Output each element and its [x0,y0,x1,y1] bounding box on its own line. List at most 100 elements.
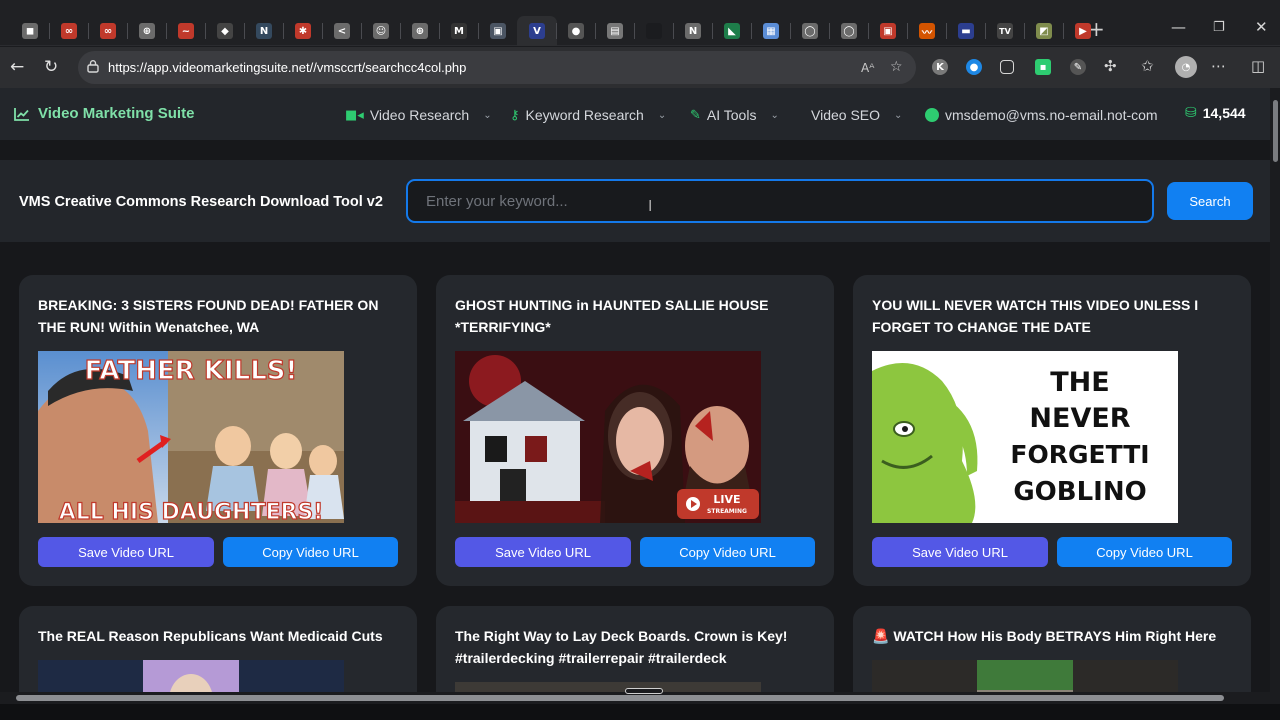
tab-separator [88,23,89,39]
nav-video-seo[interactable]: Video SEO ⌄ [811,107,902,123]
video-card: BREAKING: 3 SISTERS FOUND DEAD! FATHER O… [19,275,417,586]
save-video-url-button[interactable]: Save Video URL [872,537,1048,567]
video-thumbnail[interactable] [38,660,344,692]
sidebar-toggle-icon[interactable]: ◫ [1251,57,1265,75]
vertical-scrollbar[interactable] [1270,88,1280,720]
browser-tab[interactable]: ◣ [716,16,748,46]
globe-icon: ⊕ [139,23,155,39]
keyword-input[interactable] [406,179,1154,223]
copy-video-url-button[interactable]: Copy Video URL [223,537,398,567]
resize-grip[interactable] [625,688,663,694]
maximize-button[interactable]: ❐ [1213,20,1225,35]
video-thumbnail[interactable] [872,660,1178,692]
browser-tab[interactable]: TV [989,16,1021,46]
browser-tab[interactable]: ✱ [287,16,319,46]
thumbnail-line: THE [1050,367,1109,398]
nav-ai-tools[interactable]: ✎ AI Tools ⌄ [690,107,779,123]
site-info-icon[interactable] [86,59,100,73]
horizontal-scrollbar-thumb[interactable] [16,695,1224,701]
browser-tab[interactable]: ▣ [872,16,904,46]
vertical-scrollbar-thumb[interactable] [1273,100,1278,162]
browser-tab[interactable]: ☺ [365,16,397,46]
user-account-menu[interactable]: vmsdemo@vms.no-email.not-com [925,107,1158,123]
browser-tab[interactable]: N [248,16,280,46]
vms-tab-icon: V [529,23,545,39]
video-thumbnail[interactable] [455,682,761,692]
browser-tab[interactable]: ◩ [1028,16,1060,46]
thumbnail-image [872,660,1178,692]
favorites-icon[interactable]: ✩ [1141,57,1154,75]
browser-tab[interactable]: ∞ [53,16,85,46]
copy-video-url-button[interactable]: Copy Video URL [1057,537,1232,567]
video-thumbnail[interactable]: FATHER KILLS! ALL HIS DAUGHTERS! [38,351,344,523]
video-title: GHOST HUNTING in HAUNTED SALLIE HOUSE *T… [455,297,769,335]
extension-pen-icon[interactable]: ✎ [1070,59,1086,75]
credits-badge[interactable]: ⛁ 14,544 [1185,105,1246,121]
tab-separator [478,23,479,39]
extension-k-icon[interactable]: K [932,59,948,75]
browser-tab[interactable]: ▦ [755,16,787,46]
extension-green-icon[interactable]: ▪ [1035,59,1051,75]
video-thumbnail[interactable]: THE NEVER FORGETTI GOBLINO [872,351,1178,523]
browser-tab[interactable]: ◯ [794,16,826,46]
browser-tab[interactable]: M [443,16,475,46]
thumbnail-image [455,682,761,692]
close-window-button[interactable]: ✕ [1255,18,1268,36]
browser-tab[interactable]: ~ [170,16,202,46]
copy-video-url-button[interactable]: Copy Video URL [640,537,815,567]
browser-tab[interactable]: 〰 [911,16,943,46]
nav-keyword-research[interactable]: ⚷ Keyword Research ⌄ [510,107,666,123]
profile-avatar[interactable]: ◔ [1175,56,1197,78]
extension-robot-icon[interactable] [1000,60,1014,74]
main-content: VMS Creative Commons Research Download T… [0,140,1270,692]
browser-tab[interactable]: ▤ [599,16,631,46]
video-thumbnail[interactable]: LIVE STREAMING [455,351,761,523]
browser-tab[interactable]: ▶ [1067,16,1099,46]
extensions-puzzle-icon[interactable]: ✣ [1104,57,1117,75]
read-aloud-icon[interactable]: Aᴬ [861,61,874,75]
tab-separator [400,23,401,39]
tab-icon-12: M [451,23,467,39]
browser-tab[interactable]: V [517,16,557,46]
address-bar[interactable]: https://app.videomarketingsuite.net//vms… [78,51,916,84]
live-badge-sub: STREAMING [707,508,747,515]
url-text[interactable]: https://app.videomarketingsuite.net//vms… [108,60,466,75]
extension-globe-icon[interactable]: ● [966,59,982,75]
thumbnail-line: FORGETTI [1010,440,1149,469]
minimize-button[interactable]: — [1171,18,1186,36]
tab-separator [868,23,869,39]
thumbnail-top-text: FATHER KILLS! [85,356,298,386]
favorite-star-icon[interactable]: ☆ [890,59,903,75]
back-icon[interactable]: ← [10,57,24,77]
browser-tab[interactable] [638,16,670,46]
browser-tab[interactable]: ● [560,16,592,46]
tab-separator [946,23,947,39]
browser-tab[interactable]: N [677,16,709,46]
tab-separator [985,23,986,39]
browser-tab[interactable]: < [326,16,358,46]
video-card: The Right Way to Lay Deck Boards. Crown … [436,606,834,692]
video-title: The REAL Reason Republicans Want Medicai… [38,628,383,644]
browser-tab[interactable]: ∞ [92,16,124,46]
brand-logo[interactable]: Video Marketing Suite [14,105,194,122]
video-card: YOU WILL NEVER WATCH THIS VIDEO UNLESS I… [853,275,1251,586]
browser-tab[interactable]: ◯ [833,16,865,46]
browser-tab[interactable]: ◆ [209,16,241,46]
video-title: YOU WILL NEVER WATCH THIS VIDEO UNLESS I… [872,297,1199,335]
tab-icon-5: ~ [178,23,194,39]
tab-icon-2: ∞ [61,23,77,39]
browser-tab[interactable]: ⊕ [404,16,436,46]
browser-tab[interactable]: ▣ [482,16,514,46]
tab-separator [595,23,596,39]
thumbnail-line: NEVER [1029,403,1130,434]
save-video-url-button[interactable]: Save Video URL [455,537,631,567]
reload-icon[interactable]: ↻ [44,57,58,77]
browser-tab[interactable]: ◼ [14,16,46,46]
browser-tab[interactable]: ▬ [950,16,982,46]
search-button[interactable]: Search [1167,182,1253,220]
save-video-url-button[interactable]: Save Video URL [38,537,214,567]
tab-separator [673,23,674,39]
nav-video-research[interactable]: ■◂ Video Research ⌄ [345,107,492,123]
browser-tab[interactable]: ⊕ [131,16,163,46]
more-menu-icon[interactable]: ⋯ [1211,57,1226,75]
